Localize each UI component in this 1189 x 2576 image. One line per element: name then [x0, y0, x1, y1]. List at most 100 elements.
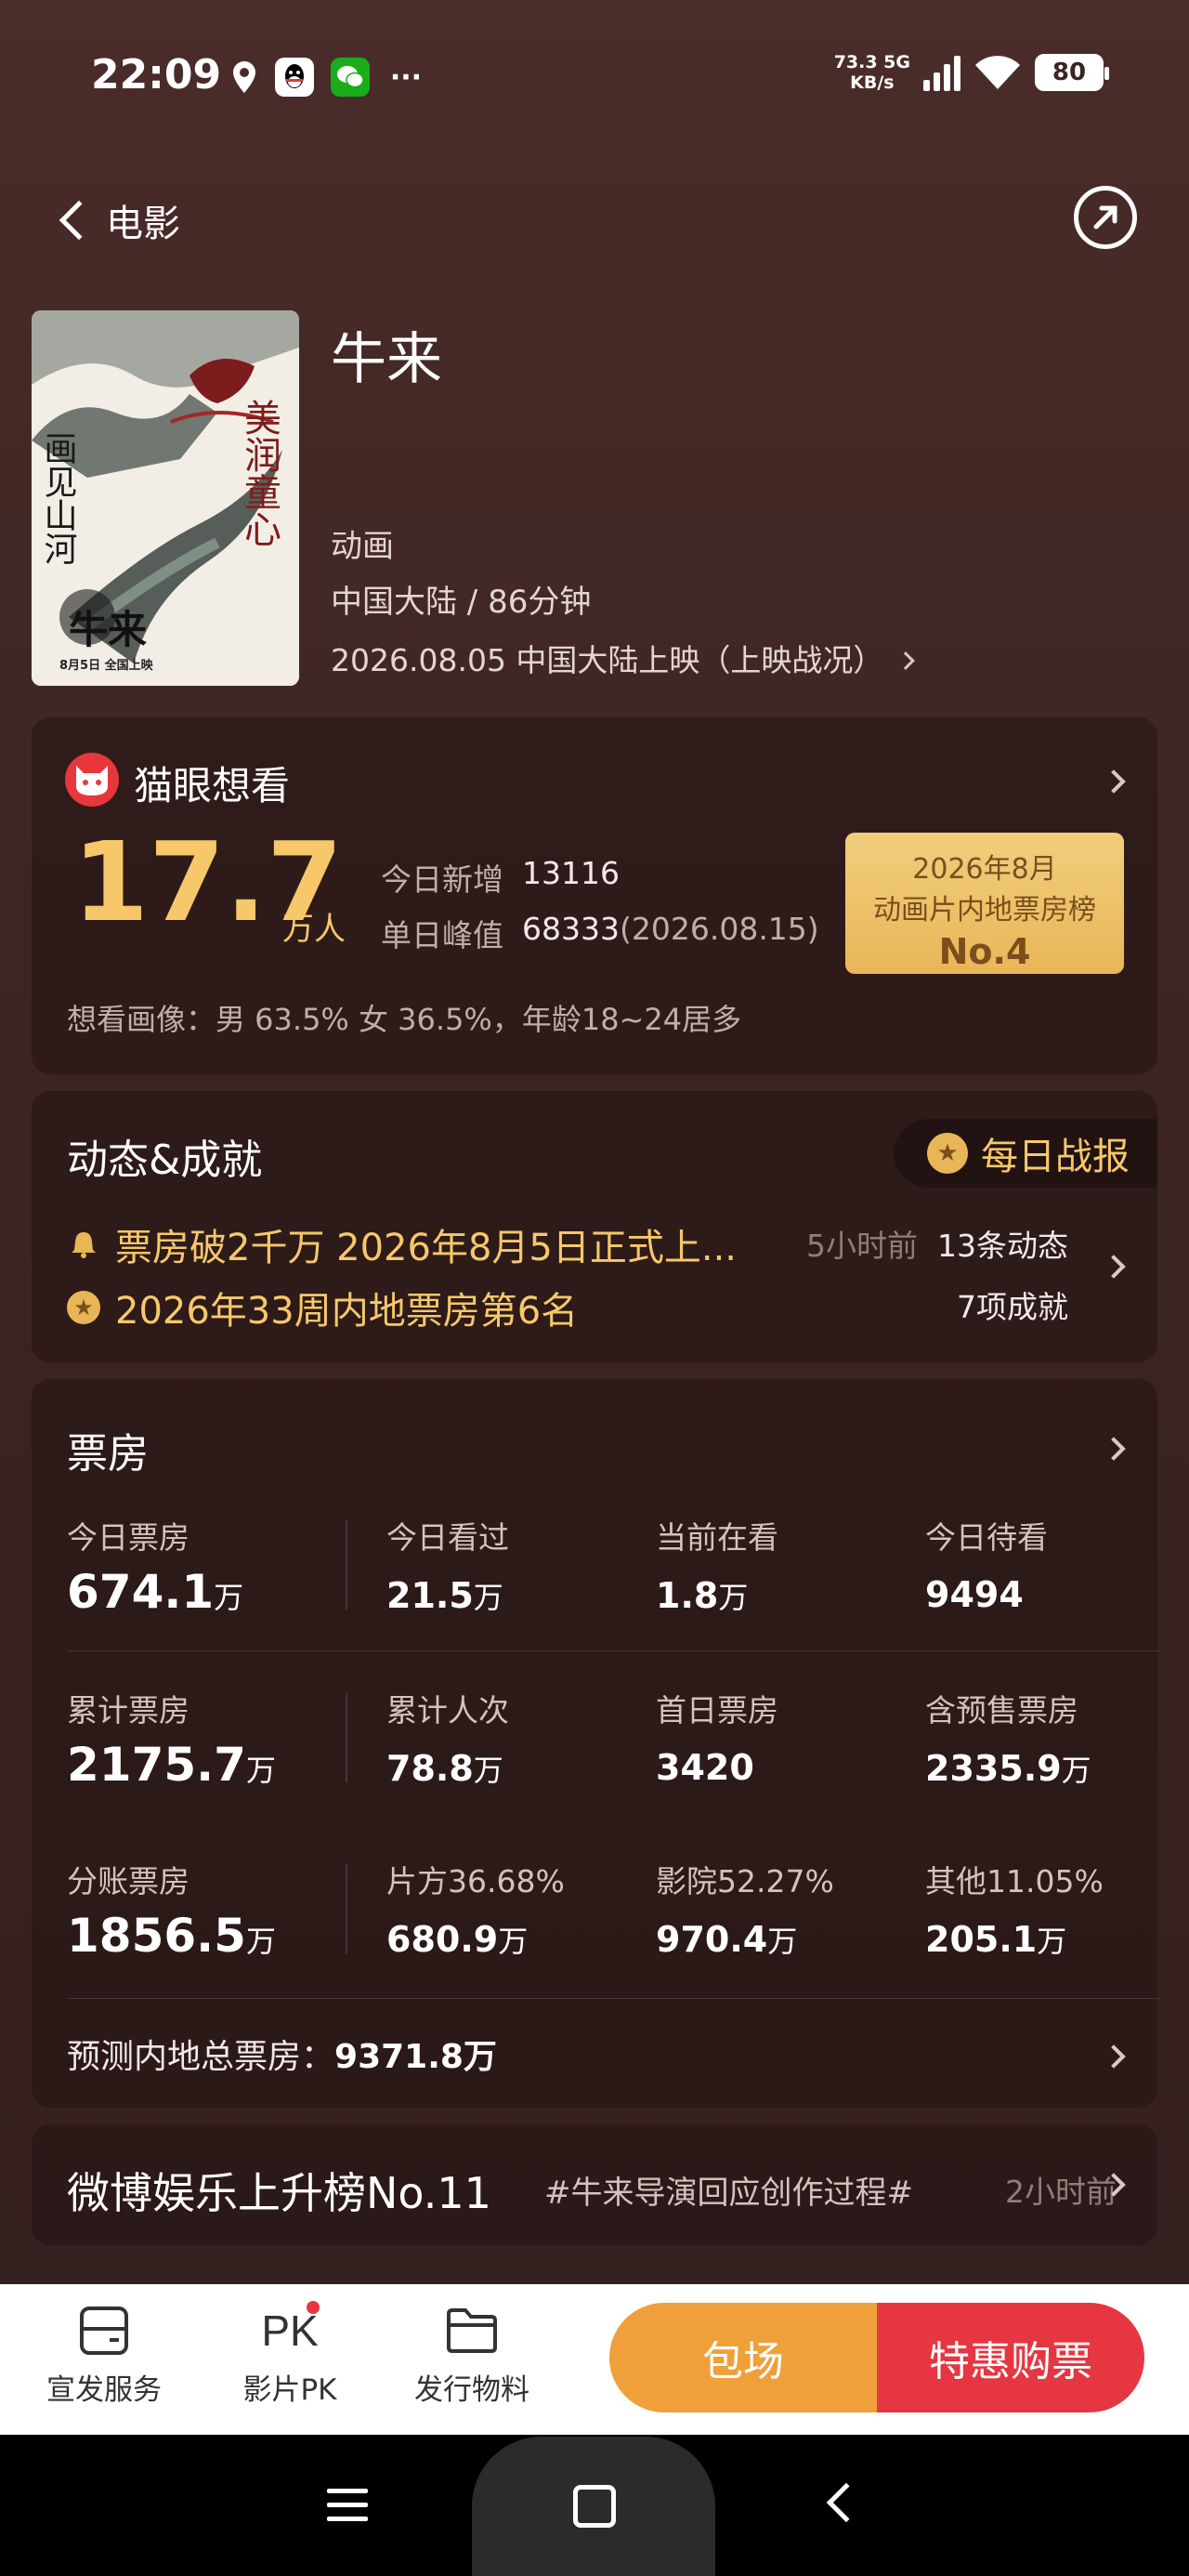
- daily-report-button[interactable]: ★ 每日战报: [894, 1119, 1157, 1188]
- stat-label: 分账票房: [67, 1863, 189, 1899]
- folder-icon: [444, 2303, 500, 2359]
- weibo-topic: #牛来导演回应创作过程#: [544, 2175, 913, 2212]
- purchase-buttons: 包场 特惠购票: [609, 2303, 1144, 2412]
- wechat-icon: [331, 58, 370, 97]
- dynamics-card[interactable]: 动态&成就 ★ 每日战报 票房破2千万 2026年8月5日正式上... 5小时前…: [32, 1091, 1157, 1362]
- divider: [346, 1520, 347, 1610]
- movie-meta: 中国大陆 / 86分钟: [331, 584, 592, 621]
- medal-icon: ★: [927, 1133, 968, 1174]
- nav-title: 电影: [106, 203, 180, 245]
- stat-value: 205.1万: [925, 1918, 1066, 1961]
- want-title: 猫眼想看: [134, 763, 291, 808]
- stat-label: 今日看过: [386, 1519, 509, 1556]
- stat-unit: 万: [767, 1924, 798, 1959]
- stat-number: 78.8: [386, 1748, 474, 1789]
- want-card[interactable]: 猫眼想看 17.7 万人 今日新增 13116 单日峰值 68333(2026.…: [32, 717, 1157, 1074]
- share-button[interactable]: [1074, 186, 1137, 249]
- dynamic-item-text: 票房破2千万 2026年8月5日正式上...: [115, 1227, 738, 1269]
- stat-number: 674.1: [67, 1565, 215, 1619]
- network-speed-value: 73.3 5G: [833, 52, 910, 72]
- movie-pk-button[interactable]: PK 影片PK: [206, 2301, 373, 2408]
- movie-title: 牛来: [331, 327, 442, 392]
- achievement-count: 7项成就: [957, 1289, 1068, 1325]
- recent-apps-icon[interactable]: [327, 2489, 368, 2530]
- weibo-rank-card[interactable]: 微博娱乐上升榜No.11 #牛来导演回应创作过程# 2小时前: [32, 2124, 1157, 2245]
- stat-number: 1856.5: [67, 1909, 246, 1963]
- stat-label: 影院52.27%: [656, 1863, 834, 1899]
- private-booking-button[interactable]: 包场: [609, 2303, 877, 2412]
- status-notification-icons: ···: [230, 58, 425, 97]
- dynamic-item-time: 5小时前: [806, 1228, 918, 1264]
- home-icon[interactable]: [573, 2485, 616, 2528]
- box-office-card[interactable]: 票房 今日票房 674.1万 今日看过 21.5万 当前在看 1.8万 今日待看…: [32, 1379, 1159, 2108]
- chevron-right-icon: [1102, 2044, 1126, 2069]
- stat-value: 3420: [656, 1747, 754, 1788]
- pk-icon: PK: [261, 2301, 320, 2359]
- poster-date: 8月5日 全国上映: [59, 658, 154, 673]
- dynamic-count: 13条动态: [937, 1228, 1068, 1264]
- stat-number: 1.8: [656, 1575, 719, 1616]
- movie-genre: 动画: [331, 528, 394, 565]
- daily-report-label: 每日战报: [981, 1136, 1130, 1178]
- bell-icon: [67, 1228, 100, 1261]
- dynamics-title: 动态&成就: [67, 1137, 263, 1184]
- stat-value: 674.1万: [67, 1565, 243, 1619]
- chevron-right-icon: [896, 651, 915, 670]
- status-bar: 22:09 ··· 73.3 5G KB/s 80: [0, 0, 1189, 158]
- stat-unit: 万: [214, 1580, 244, 1615]
- stat-label: 累计人次: [386, 1692, 509, 1728]
- network-speed-unit: KB/s: [850, 72, 895, 93]
- system-back-icon[interactable]: [826, 2482, 867, 2523]
- stat-number: 205.1: [925, 1919, 1038, 1960]
- peak-number: 68333: [522, 911, 620, 947]
- buy-ticket-button[interactable]: 特惠购票: [877, 2303, 1144, 2412]
- today-new-value: 13116: [522, 855, 620, 891]
- stat-label: 其他11.05%: [925, 1863, 1104, 1899]
- stat-label: 累计票房: [67, 1692, 189, 1728]
- stat-number: 970.4: [656, 1919, 768, 1960]
- poster-right-text: 美润童心: [238, 399, 281, 547]
- bottom-action-bar: 宣发服务 PK 影片PK 发行物料 包场 特惠购票: [0, 2284, 1189, 2435]
- share-icon: [1093, 205, 1117, 230]
- forecast-total[interactable]: 预测内地总票房：9371.8万: [67, 2030, 497, 2078]
- stat-number: 2335.9: [925, 1748, 1062, 1789]
- peak-value: 68333(2026.08.15): [522, 911, 819, 947]
- peak-label: 单日峰值: [381, 917, 503, 953]
- poster-name: 牛来: [69, 607, 147, 652]
- movie-release-link[interactable]: 2026.08.05 中国大陆上映（上映战况）: [331, 636, 915, 680]
- movie-poster[interactable]: 画见山河 美润童心 牛来 8月5日 全国上映: [32, 310, 299, 686]
- today-new-label: 今日新增: [381, 861, 503, 898]
- stat-value: 1856.5万: [67, 1909, 276, 1963]
- weibo-rank-title: 微博娱乐上升榜No.11: [67, 2168, 491, 2218]
- location-icon: [230, 58, 258, 97]
- stat-unit: 万: [245, 1924, 276, 1959]
- divider: [346, 1864, 347, 1953]
- want-unit: 万人: [282, 911, 346, 948]
- peak-date: (2026.08.15): [619, 911, 819, 947]
- achievement-item-text: 2026年33周内地票房第6名: [115, 1290, 579, 1333]
- achievement-item[interactable]: ★ 2026年33周内地票房第6名: [67, 1281, 578, 1334]
- stat-unit: 万: [245, 1753, 276, 1788]
- distribution-materials-button[interactable]: 发行物料: [388, 2303, 555, 2408]
- status-time: 22:09: [91, 51, 222, 99]
- stat-number: 680.9: [386, 1919, 499, 1960]
- back-button[interactable]: 电影: [54, 193, 180, 247]
- stat-label: 今日票房: [67, 1519, 189, 1556]
- stat-value: 78.8万: [386, 1747, 503, 1790]
- rank-badge[interactable]: 2026年8月 动画片内地票房榜 No.4: [845, 833, 1124, 974]
- dynamic-item[interactable]: 票房破2千万 2026年8月5日正式上...: [67, 1217, 737, 1271]
- divider: [67, 1998, 1159, 1999]
- signal-icon: [923, 54, 960, 91]
- stat-value: 21.5万: [386, 1574, 503, 1617]
- stat-unit: 万: [718, 1580, 749, 1615]
- battery-icon: 80: [1035, 54, 1109, 91]
- chevron-right-icon: [1102, 1255, 1126, 1279]
- stat-number: 2175.7: [67, 1738, 246, 1792]
- wifi-icon: [973, 54, 1022, 91]
- rank-period: 2026年8月: [912, 853, 1057, 886]
- stat-label: 今日待看: [925, 1519, 1048, 1556]
- promotion-service-button[interactable]: 宣发服务: [20, 2303, 188, 2408]
- stat-unit: 万: [1061, 1753, 1091, 1788]
- service-icon: [76, 2303, 132, 2359]
- box-office-title: 票房: [67, 1430, 149, 1478]
